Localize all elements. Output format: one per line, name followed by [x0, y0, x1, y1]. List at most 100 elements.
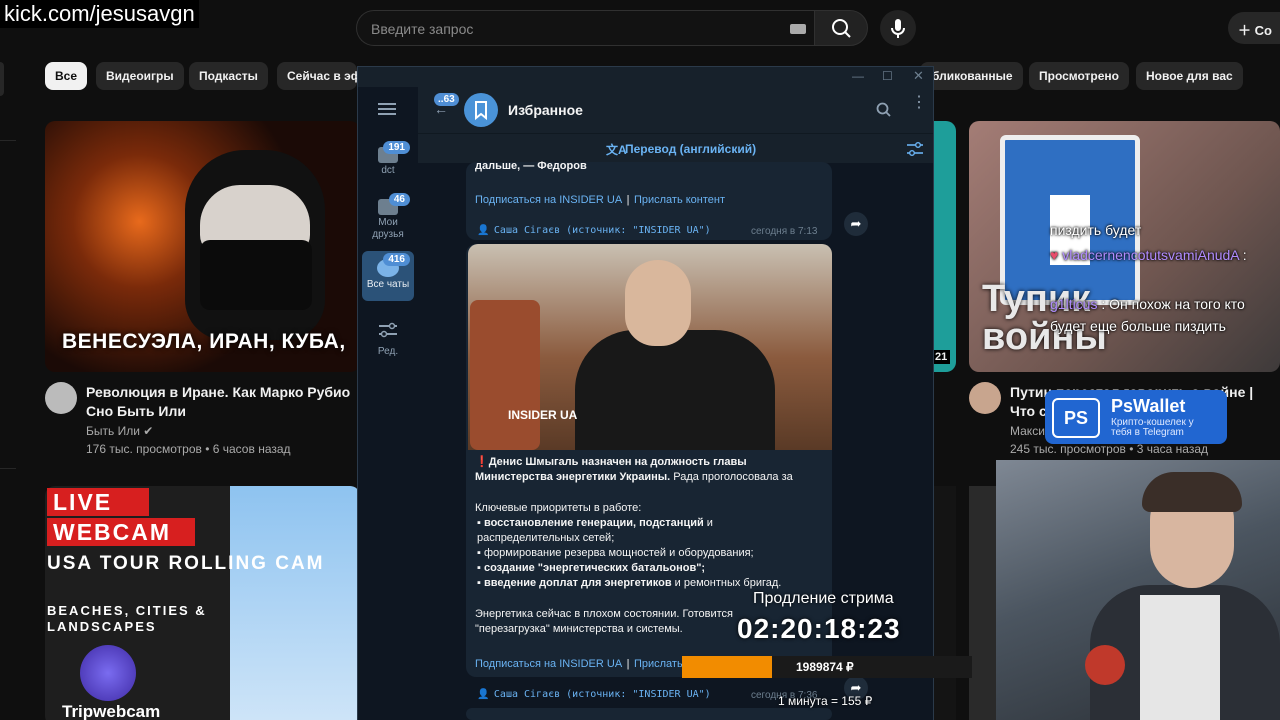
pswallet-subtitle: Крипто-кошелек у тебя в Telegram — [1111, 417, 1194, 438]
stream-screen: Введите запрос ＋ Со Все Видеоигры Подкас… — [0, 0, 1280, 720]
sliders-icon — [379, 322, 397, 338]
title-bar: — ☐ ✕ — [358, 67, 933, 87]
heart-icon: ♥ — [1050, 247, 1063, 263]
message-bubble[interactable] — [466, 708, 832, 720]
channel-avatar[interactable] — [969, 382, 1001, 414]
cam-person-hair — [1142, 472, 1242, 512]
photo-person-body — [575, 330, 775, 450]
microphone — [1085, 645, 1125, 685]
video-thumbnail[interactable] — [969, 486, 999, 720]
priority-item: ▪ введение доплат для энергетиков и ремо… — [477, 577, 782, 589]
pswallet-title: PsWallet — [1111, 396, 1186, 416]
priority-bold: введение доплат для энергетиков — [483, 577, 672, 589]
message-text: дальше, — Федоров — [475, 160, 587, 172]
unread-badge: 46 — [388, 193, 410, 206]
folder-label: Мои друзья — [372, 217, 404, 240]
close-icon[interactable]: ✕ — [913, 68, 924, 84]
link-separator: | — [626, 658, 630, 670]
chip-published[interactable]: бликованные — [920, 62, 1023, 90]
message-links: Подписаться на INSIDER UA | Прислать — [475, 654, 683, 672]
plus-icon: ＋ — [1238, 23, 1255, 38]
thumb-scarf — [200, 240, 312, 310]
donation-bar-fill — [682, 656, 772, 678]
more-menu-icon[interactable]: ⋮ — [911, 95, 927, 111]
photo-person-head — [625, 260, 691, 346]
maximize-icon[interactable]: ☐ — [882, 69, 893, 83]
channel-name-text: Быть Или — [86, 424, 140, 438]
video-thumbnail[interactable] — [932, 486, 956, 720]
person-icon: 👤 — [477, 689, 490, 700]
voice-search-button[interactable] — [880, 10, 916, 46]
search-input[interactable]: Введите запрос — [356, 10, 816, 46]
message-links: Подписаться на INSIDER UA | Прислать кон… — [475, 190, 725, 208]
unread-badge: 191 — [383, 141, 410, 154]
folder-my-friends[interactable]: Мои друзья 46 — [362, 191, 414, 247]
stream-url: kick.com/jesusavgn — [0, 0, 199, 28]
create-button[interactable]: ＋ Со — [1228, 12, 1280, 44]
send-content-link[interactable]: Прислать — [634, 658, 683, 670]
chip-podcasts[interactable]: Подкасты — [189, 62, 268, 90]
tour-label: USA TOUR ROLLING CAM — [47, 553, 325, 574]
video-thumbnail[interactable] — [932, 121, 956, 372]
send-content-link[interactable]: Прислать контент — [634, 194, 725, 206]
chip-live-now[interactable]: Сейчас в эф — [277, 62, 357, 90]
priority-bold: восстановление генерации, подстанций — [483, 517, 704, 529]
signature-text: Саша Сігаєв (источник: "INSIDER UA") — [493, 689, 711, 700]
forward-icon[interactable]: ➦ — [844, 212, 868, 236]
folder-dct[interactable]: dct 191 — [362, 139, 414, 189]
webcam-label: WEBCAM — [47, 518, 195, 546]
chat-message: ♥ vladcernencotutsvamiAnudA : — [1050, 247, 1247, 263]
person-icon: 👤 — [477, 225, 490, 236]
back-badge-count: 63 — [443, 94, 455, 105]
message-text: ❗Денис Шмыгаль назначен на должность гла… — [475, 455, 815, 485]
priority-item: ▪ создание "энергетических батальонов"; — [477, 562, 706, 574]
translate-label: Перевод (английский) — [625, 142, 757, 156]
priority-item: ▪ формирование резерва мощностей и обору… — [477, 547, 754, 559]
donation-amount: 1989874 ₽ — [796, 660, 854, 674]
channel-name[interactable]: Макси — [1010, 422, 1045, 440]
translate-settings-icon[interactable] — [906, 141, 924, 157]
chip-watched[interactable]: Просмотрено — [1029, 62, 1130, 90]
folder-all-chats[interactable]: Все чаты 416 — [362, 251, 414, 301]
thumb-city-image — [230, 486, 360, 720]
chat-username: g1lticus — [1050, 296, 1098, 312]
subscribe-link[interactable]: Подписаться на INSIDER UA — [475, 194, 622, 206]
brand-label: Tripwebcam — [62, 702, 161, 720]
translate-icon: 文A — [606, 143, 627, 157]
saved-messages-avatar[interactable] — [464, 93, 498, 127]
message-footer: "перезагрузка" министерства и системы. — [475, 623, 683, 635]
beaches-label: BEACHES, CITIES & LANDSCAPES — [47, 603, 207, 634]
search-button[interactable] — [814, 10, 868, 46]
menu-icon[interactable] — [378, 103, 396, 115]
minimize-icon[interactable]: — — [852, 69, 864, 83]
duration-badge: 21 — [932, 350, 951, 364]
verified-icon: ✔ — [143, 424, 154, 438]
chip-new-for-you[interactable]: Новое для вас — [1136, 62, 1243, 90]
search-icon — [832, 19, 851, 38]
subscribe-link[interactable]: Подписаться на INSIDER UA — [475, 658, 622, 670]
stream-timer: 02:20:18:23 — [737, 613, 901, 644]
search-placeholder: Введите запрос — [371, 21, 474, 37]
globe-icon — [80, 645, 136, 701]
bookmark-icon — [475, 101, 487, 121]
priority-item: ▪ восстановление генерации, подстанций и… — [477, 517, 713, 544]
message-time: сегодня в 7:13 — [751, 226, 818, 237]
message-footer: Энергетика сейчас в плохом состоянии. Го… — [475, 608, 734, 620]
chip-all[interactable]: Все — [45, 62, 88, 90]
chip-videogames[interactable]: Видеоигры — [96, 62, 184, 90]
cam-person-shirt — [1140, 595, 1220, 720]
video-title[interactable]: Революция в Иране. Как Марко Рубио Сно Б… — [86, 383, 356, 421]
channel-avatar[interactable] — [45, 382, 77, 414]
chat-title[interactable]: Избранное — [508, 102, 583, 118]
keyboard-icon[interactable] — [790, 24, 806, 34]
search-icon[interactable] — [876, 102, 892, 118]
priority-rest: и ремонтных бригад. — [674, 577, 782, 589]
folder-edit[interactable]: Ред. — [362, 313, 414, 363]
channel-name[interactable]: Быть Или ✔ — [86, 422, 153, 440]
divider — [0, 140, 16, 141]
unread-badge: ..63 — [434, 93, 459, 106]
folder-label: Все чаты — [366, 279, 410, 290]
photo-chair — [470, 300, 540, 450]
chat-message: пиздить будет — [1050, 222, 1142, 238]
thumb-caption: ВЕНЕСУЭЛА, ИРАН, КУБА, — [62, 330, 346, 353]
